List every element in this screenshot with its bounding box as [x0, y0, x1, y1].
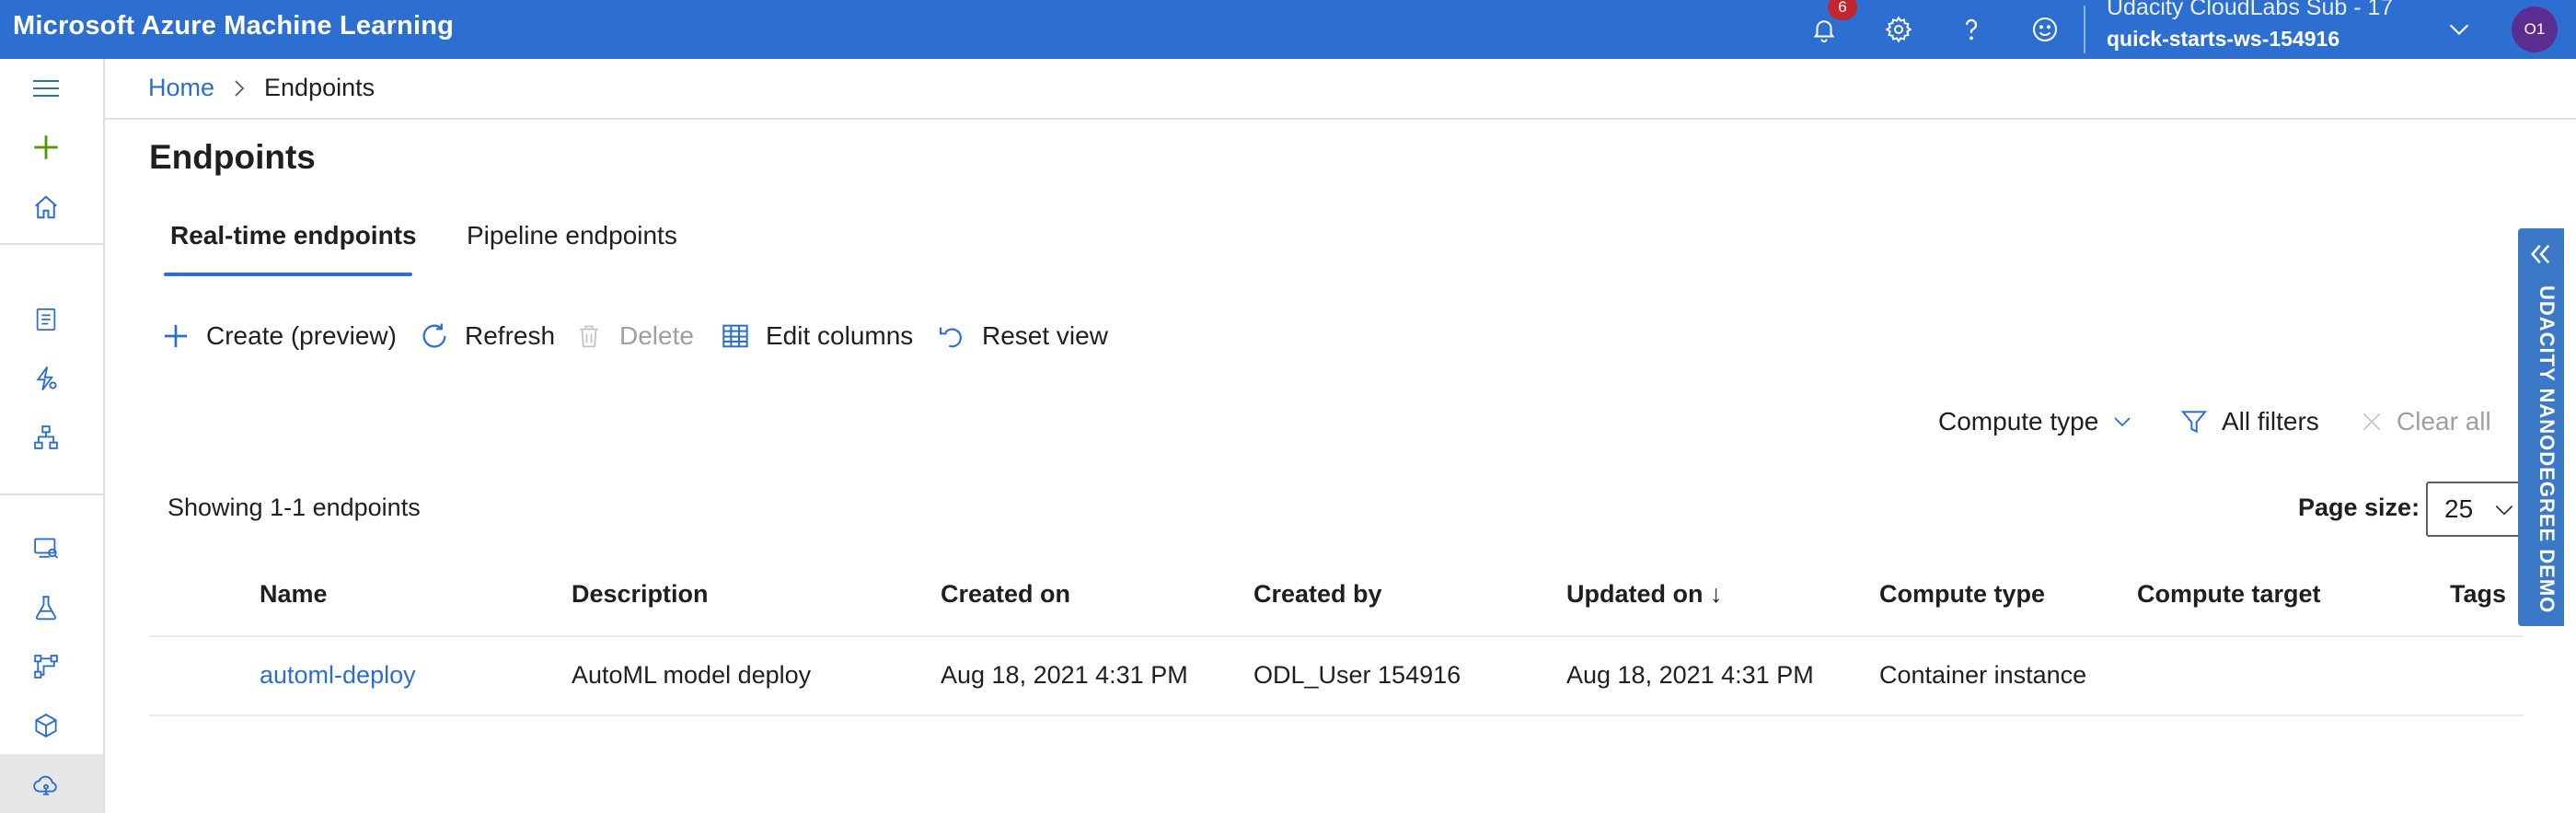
create-button[interactable]: Create (preview) [158, 314, 397, 358]
filter-icon [2179, 407, 2209, 436]
active-tab-indicator [164, 273, 412, 276]
header-divider [149, 635, 2524, 637]
breadcrumb-divider [103, 118, 2576, 120]
hamburger-icon[interactable] [26, 68, 66, 109]
rail-separator [0, 243, 103, 245]
tab-real-time-endpoints[interactable]: Real-time endpoints [170, 221, 417, 250]
top-bar: Microsoft Azure Machine Learning 6 Udaci… [0, 0, 2576, 59]
smiley-icon[interactable] [2025, 9, 2065, 50]
refresh-button-label: Refresh [465, 321, 556, 350]
cell-description: AutoML model deploy [572, 661, 812, 689]
column-header-created-on[interactable]: Created on [941, 580, 1070, 609]
column-header-created-by[interactable]: Created by [1253, 580, 1382, 609]
pipelines-icon[interactable] [26, 646, 66, 687]
chevron-down-icon [2111, 411, 2133, 433]
models-icon[interactable] [26, 705, 66, 746]
cell-created-on: Aug 18, 2021 4:31 PM [941, 661, 1188, 689]
double-chevron-left-icon[interactable] [2528, 241, 2554, 267]
edit-columns-button-label: Edit columns [766, 321, 914, 350]
plus-icon[interactable] [26, 127, 66, 168]
column-header-updated-on[interactable]: Updated on ↓ [1566, 580, 1723, 609]
plus-icon [158, 319, 193, 354]
cell-compute-type: Container instance [1879, 661, 2087, 689]
chevron-down-icon[interactable] [2439, 9, 2479, 50]
refresh-button[interactable]: Refresh [417, 314, 555, 358]
reset-view-button-label: Reset view [982, 321, 1108, 350]
gear-icon[interactable] [1878, 9, 1919, 50]
chevron-right-icon [233, 79, 246, 98]
subscription-name[interactable]: Udacity CloudLabs Sub - 17 [2107, 0, 2393, 21]
notification-badge: 6 [1828, 0, 1857, 20]
table-columns-icon [718, 319, 753, 354]
column-header-description[interactable]: Description [572, 580, 709, 609]
compute-type-filter-label: Compute type [1938, 407, 2099, 436]
column-header-compute-type[interactable]: Compute type [1879, 580, 2045, 609]
row-divider [149, 714, 2524, 716]
cell-created-by: ODL_User 154916 [1253, 661, 1461, 689]
reset-view-button[interactable]: Reset view [934, 314, 1108, 358]
chevron-down-icon [2492, 498, 2516, 522]
undo-icon [934, 319, 969, 354]
trash-icon [572, 319, 606, 354]
showing-count: Showing 1-1 endpoints [167, 494, 421, 521]
help-icon[interactable] [1951, 9, 1992, 50]
page-title: Endpoints [149, 138, 316, 176]
close-icon [2360, 410, 2384, 434]
column-header-name[interactable]: Name [260, 580, 328, 609]
edit-columns-button[interactable]: Edit columns [718, 314, 913, 358]
all-filters-label: All filters [2222, 407, 2319, 436]
clear-all-label: Clear all [2397, 407, 2491, 436]
designer-icon[interactable] [26, 417, 66, 458]
delete-button-label: Delete [619, 321, 694, 350]
topbar-divider [2084, 6, 2085, 53]
workspace-name[interactable]: quick-starts-ws-154916 [2107, 27, 2339, 52]
nanodegree-demo-label: UDACITY NANODEGREE DEMO [2536, 285, 2559, 614]
datasets-icon[interactable] [26, 528, 66, 569]
column-header-tags[interactable]: Tags [2450, 580, 2506, 609]
avatar[interactable]: O1 [2512, 6, 2558, 52]
clear-all-button[interactable]: Clear all [2360, 400, 2491, 444]
create-button-label: Create (preview) [206, 321, 397, 350]
page-size-select[interactable]: 25 [2426, 482, 2529, 537]
refresh-icon [417, 319, 452, 354]
notebook-icon[interactable] [26, 299, 66, 340]
compute-type-filter[interactable]: Compute type [1938, 400, 2133, 444]
left-nav-rail [0, 59, 105, 813]
endpoints-icon[interactable] [26, 764, 66, 805]
rail-separator [0, 494, 103, 495]
page-size-value: 25 [2444, 494, 2474, 523]
delete-button[interactable]: Delete [572, 314, 694, 358]
page-size-label: Page size: [2298, 494, 2420, 521]
experiments-icon[interactable] [26, 587, 66, 628]
tab-pipeline-endpoints[interactable]: Pipeline endpoints [467, 221, 677, 250]
breadcrumb-current: Endpoints [264, 74, 375, 101]
cell-updated-on: Aug 18, 2021 4:31 PM [1566, 661, 1814, 689]
app-title[interactable]: Microsoft Azure Machine Learning [13, 11, 454, 41]
endpoint-name-link[interactable]: automl-deploy [260, 661, 416, 690]
all-filters-button[interactable]: All filters [2179, 400, 2319, 444]
breadcrumb: Home Endpoints [148, 74, 375, 102]
home-icon[interactable] [26, 187, 66, 227]
breadcrumb-home-link[interactable]: Home [148, 74, 214, 102]
automl-icon[interactable] [26, 358, 66, 399]
column-header-compute-target[interactable]: Compute target [2137, 580, 2321, 609]
